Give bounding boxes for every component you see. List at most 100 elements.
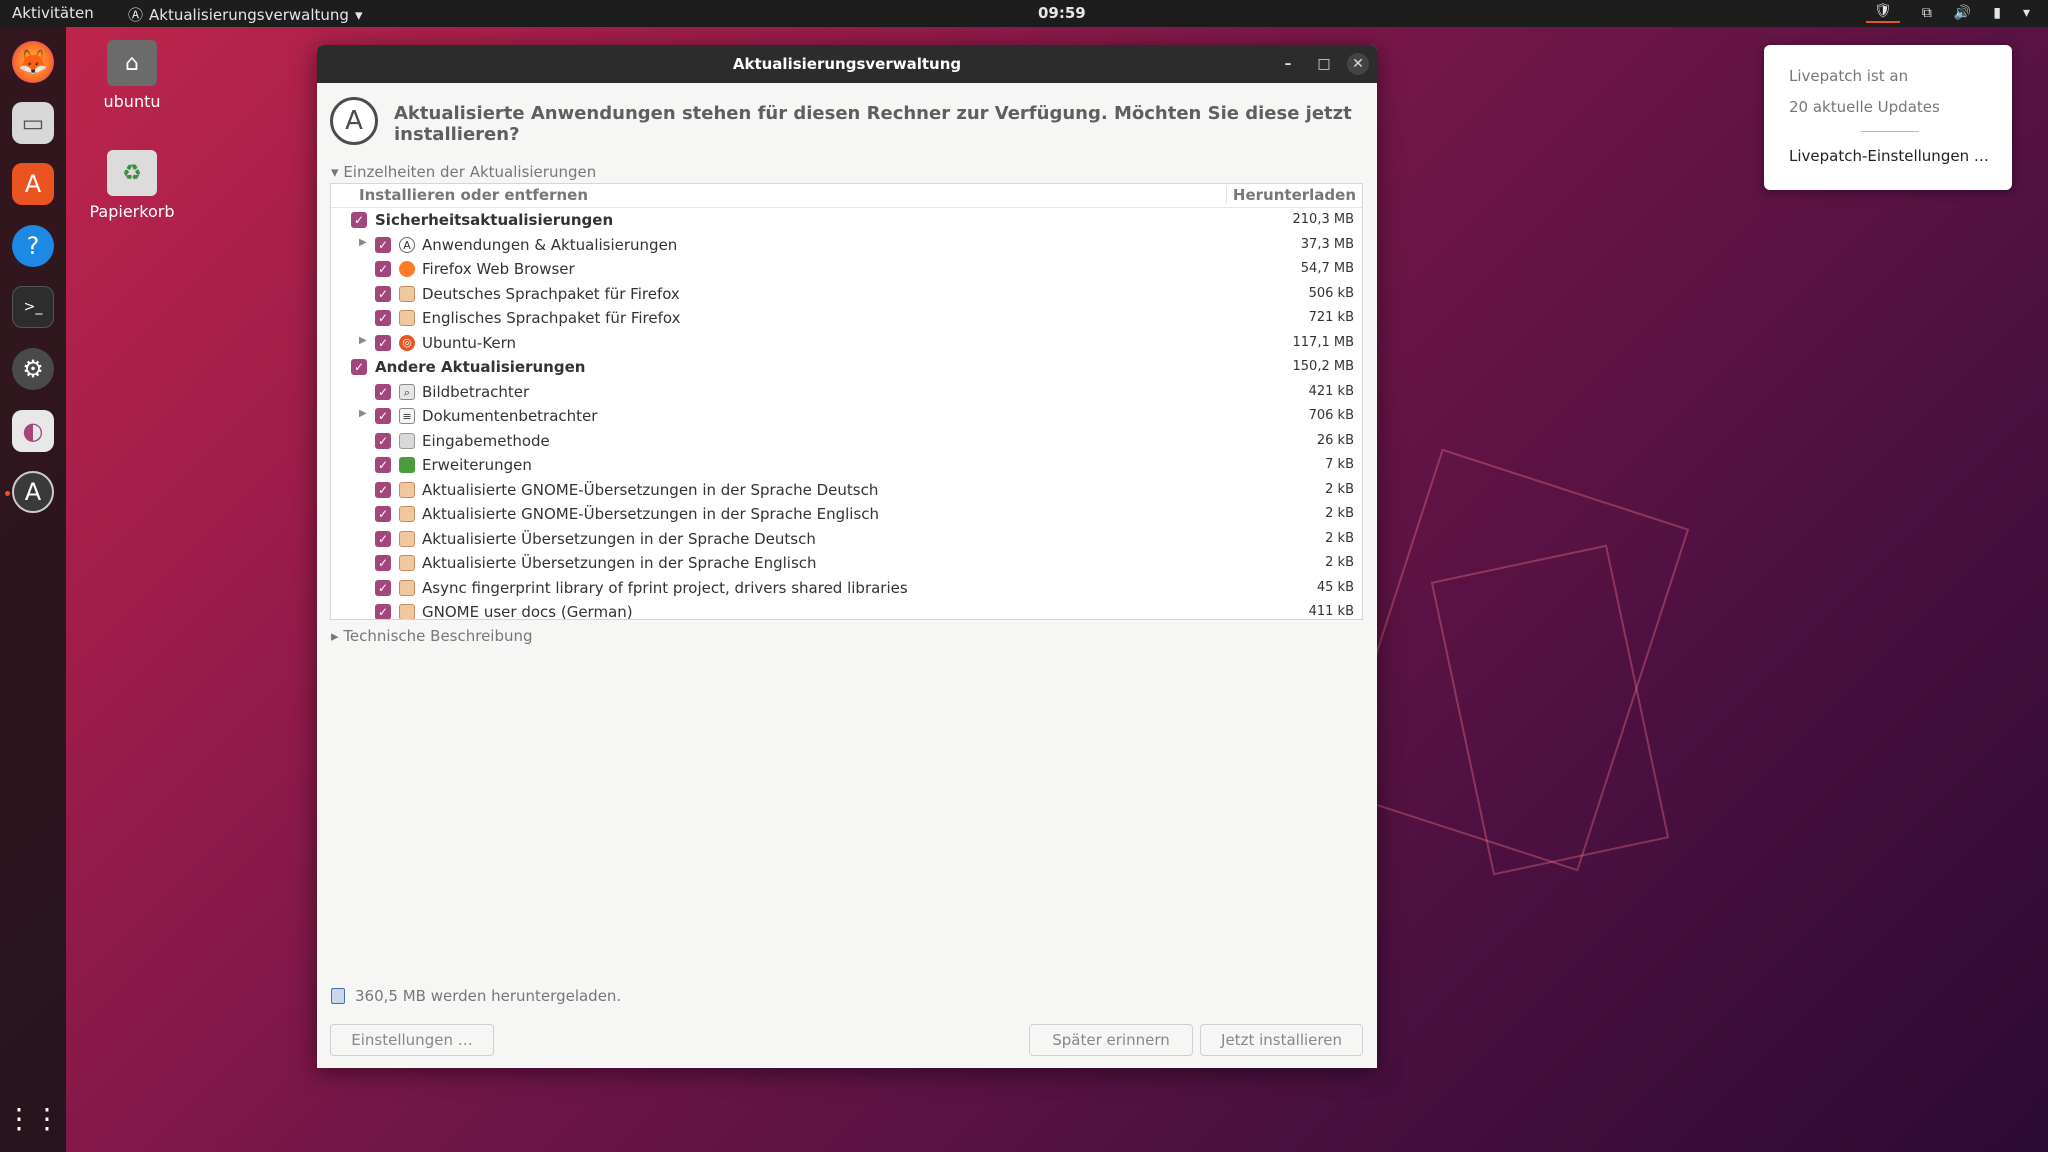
update-label: Aktualisierte GNOME-Übersetzungen in der… bbox=[422, 505, 880, 523]
update-label: Eingabemethode bbox=[422, 431, 550, 450]
software-updater-icon: Ⓐ bbox=[128, 6, 144, 24]
expander-closed-icon[interactable]: ▶ bbox=[359, 408, 367, 419]
livepatch-status: Livepatch ist an bbox=[1789, 67, 1909, 85]
remind-later-button[interactable]: Später erinnern bbox=[1029, 1024, 1193, 1056]
running-indicator bbox=[5, 491, 10, 496]
settings-icon[interactable]: ⚙ bbox=[12, 348, 54, 390]
update-size: 2 kB bbox=[1325, 506, 1354, 521]
checkbox-checked[interactable]: ✓ bbox=[375, 383, 391, 400]
activities-button[interactable]: Aktivitäten bbox=[12, 4, 94, 22]
checkbox-checked[interactable]: ✓ bbox=[375, 261, 391, 277]
update-size: 721 kB bbox=[1308, 310, 1354, 325]
update-label: Async fingerprint library of fprint proj… bbox=[422, 578, 908, 597]
expander-open-icon: ▾ bbox=[331, 163, 339, 181]
close-button[interactable]: ✕ bbox=[1347, 53, 1369, 75]
update-size: 411 kB bbox=[1308, 604, 1354, 619]
livepatch-shield-icon[interactable]: 🛡 bbox=[1866, 3, 1900, 23]
checkbox-checked[interactable]: ✓ bbox=[375, 236, 391, 253]
update-label: GNOME user docs (German) bbox=[422, 603, 633, 620]
checkbox-checked[interactable]: ✓ bbox=[375, 310, 391, 326]
battery-icon[interactable]: ▮ bbox=[1993, 5, 2001, 21]
expander-closed-icon[interactable]: ▶ bbox=[359, 335, 367, 346]
firefox-icon[interactable]: 🦊 bbox=[12, 41, 54, 83]
tree-header: Installieren oder entfernen Herunterlade… bbox=[331, 184, 1362, 208]
checkbox-checked[interactable]: ✓ bbox=[375, 334, 391, 351]
update-size: 45 kB bbox=[1316, 579, 1354, 595]
update-size: 26 kB bbox=[1316, 432, 1354, 448]
update-row[interactable]: ▶ ✓ ≡ Dokumentenbetrachter 706 kB bbox=[331, 404, 1362, 429]
checkbox-checked[interactable]: ✓ bbox=[375, 530, 391, 547]
checkbox-checked[interactable]: ✓ bbox=[375, 579, 391, 596]
package-icon bbox=[399, 579, 415, 596]
update-row[interactable]: ✓ Eingabemethode 26 kB bbox=[331, 429, 1362, 454]
volume-icon[interactable]: 🔊 bbox=[1954, 5, 1971, 21]
update-row[interactable]: ✓ Erweiterungen 7 kB bbox=[331, 453, 1362, 478]
checkbox-checked[interactable]: ✓ bbox=[375, 432, 391, 449]
top-bar: Aktivitäten Ⓐ Aktualisierungsverwaltung … bbox=[0, 0, 2048, 27]
update-size: 54,7 MB bbox=[1300, 261, 1354, 276]
update-row[interactable]: ▶ ✓ A Anwendungen & Aktualisierungen 37,… bbox=[331, 233, 1362, 258]
show-applications-icon[interactable]: ⋮⋮ bbox=[5, 1097, 61, 1139]
ubuntu-software-icon[interactable]: A bbox=[12, 163, 54, 205]
checkbox-checked[interactable]: ✓ bbox=[351, 359, 367, 375]
system-menu-chevron-icon[interactable]: ▾ bbox=[2023, 5, 2030, 21]
checkbox-checked[interactable]: ✓ bbox=[375, 481, 391, 498]
network-icon[interactable]: ⧉ bbox=[1922, 5, 1932, 21]
update-row[interactable]: ✓ GNOME user docs (German) 411 kB bbox=[331, 600, 1362, 620]
clock[interactable]: 09:59 bbox=[1038, 4, 1086, 22]
update-label: Erweiterungen bbox=[422, 456, 532, 474]
checkbox-checked[interactable]: ✓ bbox=[375, 604, 391, 619]
column-header-download[interactable]: Herunterladen bbox=[1225, 186, 1356, 204]
package-icon bbox=[399, 481, 415, 498]
software-updater-window: Aktualisierungsverwaltung – □ ✕ A Aktual… bbox=[317, 45, 1377, 1068]
update-row[interactable]: ✓ Aktualisierte GNOME-Übersetzungen in d… bbox=[331, 478, 1362, 503]
details-expander[interactable]: ▾ Einzelheiten der Aktualisierungen bbox=[331, 163, 596, 181]
checkbox-checked[interactable]: ✓ bbox=[375, 555, 391, 571]
checkbox-checked[interactable]: ✓ bbox=[375, 285, 391, 302]
help-icon[interactable]: ? bbox=[12, 225, 54, 267]
checkbox-checked[interactable]: ✓ bbox=[375, 457, 391, 473]
update-label: Englisches Sprachpaket für Firefox bbox=[422, 309, 681, 327]
column-header-name[interactable]: Installieren oder entfernen bbox=[359, 186, 588, 204]
update-row[interactable]: ✓ Async fingerprint library of fprint pr… bbox=[331, 576, 1362, 601]
update-row[interactable]: ✓ Firefox Web Browser 54,7 MB bbox=[331, 257, 1362, 282]
update-label: Deutsches Sprachpaket für Firefox bbox=[422, 284, 680, 303]
update-size: 421 kB bbox=[1308, 383, 1354, 399]
update-group-row[interactable]: ✓ Sicherheitsaktualisierungen 210,3 MB bbox=[331, 208, 1362, 233]
update-row[interactable]: ✓ Aktualisierte GNOME-Übersetzungen in d… bbox=[331, 502, 1362, 527]
terminal-icon[interactable]: >_ bbox=[12, 286, 54, 328]
update-size: 506 kB bbox=[1308, 285, 1354, 301]
update-size: 210,3 MB bbox=[1292, 212, 1354, 227]
update-group-row[interactable]: ✓ Andere Aktualisierungen 150,2 MB bbox=[331, 355, 1362, 380]
expander-closed-icon[interactable]: ▶ bbox=[359, 237, 367, 248]
update-label: Aktualisierte Übersetzungen in der Sprac… bbox=[422, 554, 817, 572]
install-now-button[interactable]: Jetzt installieren bbox=[1200, 1024, 1363, 1056]
settings-button[interactable]: Einstellungen … bbox=[330, 1024, 494, 1056]
technical-description-expander[interactable]: ▸ Technische Beschreibung bbox=[331, 627, 533, 645]
update-row[interactable]: ▶ ✓ ◎ Ubuntu-Kern 117,1 MB bbox=[331, 331, 1362, 356]
checkbox-checked[interactable]: ✓ bbox=[375, 408, 391, 424]
livepatch-settings-item[interactable]: Livepatch-Einstellungen … bbox=[1789, 147, 1989, 165]
update-row[interactable]: ✓ ⌕ Bildbetrachter 421 kB bbox=[331, 380, 1362, 405]
update-row[interactable]: ✓ Aktualisierte Übersetzungen in der Spr… bbox=[331, 551, 1362, 576]
tweaks-icon[interactable]: ◐ bbox=[12, 410, 54, 452]
update-label: Aktualisierte Übersetzungen in der Sprac… bbox=[422, 529, 816, 548]
update-row[interactable]: ✓ Deutsches Sprachpaket für Firefox 506 … bbox=[331, 282, 1362, 307]
maximize-button[interactable]: □ bbox=[1313, 53, 1335, 75]
software-updater-icon[interactable]: A bbox=[12, 471, 54, 513]
update-label: Anwendungen & Aktualisierungen bbox=[422, 235, 678, 254]
updates-tree[interactable]: Installieren oder entfernen Herunterlade… bbox=[330, 183, 1363, 620]
desktop-trash[interactable]: ♻ Papierkorb bbox=[87, 150, 177, 221]
trash-icon: ♻ bbox=[107, 150, 157, 196]
checkbox-checked[interactable]: ✓ bbox=[375, 506, 391, 522]
desktop-home-folder[interactable]: ⌂ ubuntu bbox=[87, 40, 177, 111]
update-row[interactable]: ✓ Englisches Sprachpaket für Firefox 721… bbox=[331, 306, 1362, 331]
minimize-button[interactable]: – bbox=[1277, 53, 1299, 75]
keyboard-icon bbox=[399, 432, 415, 449]
window-titlebar[interactable]: Aktualisierungsverwaltung – □ ✕ bbox=[317, 45, 1377, 83]
checkbox-checked[interactable]: ✓ bbox=[351, 212, 367, 228]
app-menu[interactable]: Ⓐ Aktualisierungsverwaltung ▾ bbox=[128, 4, 362, 25]
files-icon[interactable]: ▭ bbox=[12, 102, 54, 144]
extensions-icon bbox=[399, 457, 415, 473]
update-row[interactable]: ✓ Aktualisierte Übersetzungen in der Spr… bbox=[331, 527, 1362, 552]
